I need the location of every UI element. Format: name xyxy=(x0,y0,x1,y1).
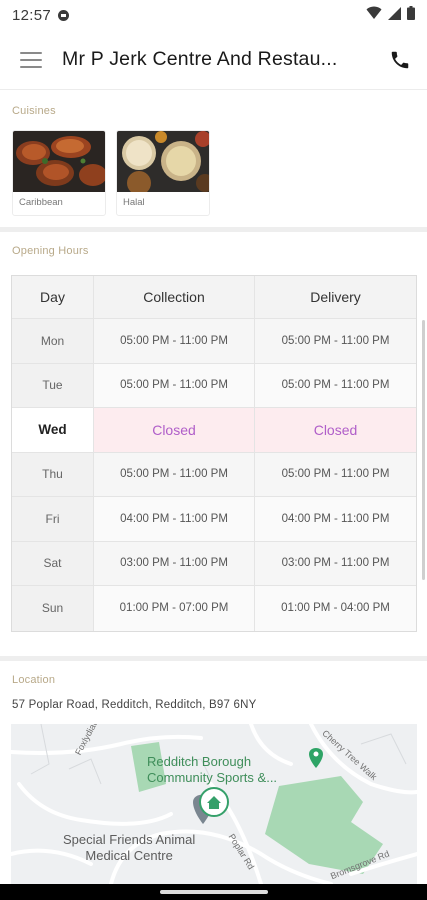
day-cell: Wed xyxy=(12,408,94,452)
menu-icon[interactable] xyxy=(20,51,42,68)
cuisine-image-caribbean xyxy=(13,131,105,192)
table-row: Thu 05:00 PM - 11:00 PM 05:00 PM - 11:00… xyxy=(12,452,416,497)
delivery-cell: 05:00 PM - 11:00 PM xyxy=(281,334,390,347)
collection-cell: 05:00 PM - 11:00 PM xyxy=(94,319,255,363)
opening-hours-label: Opening Hours xyxy=(12,245,89,257)
delivery-cell: 01:00 PM - 04:00 PM xyxy=(281,602,390,615)
day-cell: Sat xyxy=(12,541,94,585)
delivery-cell: 05:00 PM - 11:00 PM xyxy=(281,379,390,392)
home-handle[interactable] xyxy=(159,890,268,894)
day-cell: Mon xyxy=(12,319,94,363)
collection-cell: 05:00 PM - 11:00 PM xyxy=(94,452,255,496)
delivery-cell: 03:00 PM - 11:00 PM xyxy=(281,557,390,570)
header-day: Day xyxy=(12,276,94,318)
day-cell: Tue xyxy=(12,363,94,407)
table-header-row: Day Collection Delivery xyxy=(12,276,416,319)
cell-signal-icon xyxy=(388,6,401,24)
page-title: Mr P Jerk Centre And Restau... xyxy=(62,48,338,70)
table-row: Sat 03:00 PM - 11:00 PM 03:00 PM - 11:00… xyxy=(12,541,416,586)
delivery-cell: 04:00 PM - 11:00 PM xyxy=(281,512,390,525)
day-cell: Sun xyxy=(12,586,94,631)
cuisine-card-halal[interactable]: Halal xyxy=(116,130,210,216)
header-delivery: Delivery xyxy=(310,289,361,305)
battery-icon xyxy=(407,6,415,24)
day-cell: Thu xyxy=(12,452,94,496)
notification-icon xyxy=(57,9,70,22)
table-row-today: Wed Closed Closed xyxy=(12,408,416,453)
location-map[interactable]: Foxlydiate Cres Poplar Rd Cherry Tree Wa… xyxy=(11,724,417,884)
collection-cell: 01:00 PM - 07:00 PM xyxy=(94,586,255,631)
cuisine-name: Halal xyxy=(123,197,145,208)
table-row: Mon 05:00 PM - 11:00 PM 05:00 PM - 11:00… xyxy=(12,319,416,364)
table-row: Fri 04:00 PM - 11:00 PM 04:00 PM - 11:00… xyxy=(12,497,416,542)
collection-closed-cell: Closed xyxy=(94,408,255,452)
status-time: 12:57 xyxy=(12,6,52,24)
scrollbar[interactable] xyxy=(422,320,425,580)
cuisine-image-halal xyxy=(117,131,209,195)
status-bar: 12:57 xyxy=(0,0,427,30)
day-cell: Fri xyxy=(12,497,94,541)
collection-cell: 05:00 PM - 11:00 PM xyxy=(94,363,255,407)
wifi-icon xyxy=(366,6,382,24)
system-nav-bar xyxy=(0,884,427,900)
section-divider xyxy=(0,227,427,232)
section-divider xyxy=(0,656,427,661)
collection-cell: 03:00 PM - 11:00 PM xyxy=(94,541,255,585)
delivery-cell: 05:00 PM - 11:00 PM xyxy=(281,468,390,481)
opening-hours-table: Day Collection Delivery Mon 05:00 PM - 1… xyxy=(11,275,417,632)
cuisines-label: Cuisines xyxy=(12,105,56,117)
app-bar: Mr P Jerk Centre And Restau... xyxy=(0,30,427,90)
cuisine-list: Caribbean Halal xyxy=(12,130,210,216)
delivery-closed-cell: Closed xyxy=(255,408,416,452)
collection-cell: 04:00 PM - 11:00 PM xyxy=(94,497,255,541)
map-place-sports-centre[interactable]: Redditch Borough Community Sports &... xyxy=(147,754,277,786)
map-place-animal-medical-centre[interactable]: Special Friends Animal Medical Centre xyxy=(63,832,195,864)
address-text: 57 Poplar Road, Redditch, Redditch, B97 … xyxy=(12,699,257,711)
table-row: Sun 01:00 PM - 07:00 PM 01:00 PM - 04:00… xyxy=(12,586,416,631)
location-label: Location xyxy=(12,674,56,686)
cuisine-name: Caribbean xyxy=(19,197,63,208)
header-collection: Collection xyxy=(94,276,255,318)
table-row: Tue 05:00 PM - 11:00 PM 05:00 PM - 11:00… xyxy=(12,363,416,408)
cuisine-card-caribbean[interactable]: Caribbean xyxy=(12,130,106,216)
phone-icon[interactable] xyxy=(387,47,413,73)
